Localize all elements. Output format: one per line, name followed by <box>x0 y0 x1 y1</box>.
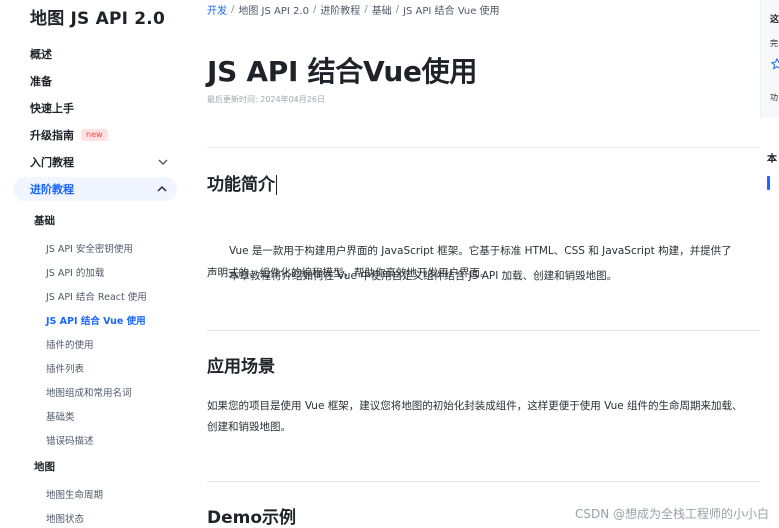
sidebar-subitem[interactable]: 错误码描述 <box>46 433 94 447</box>
breadcrumb-separator: / <box>395 4 400 15</box>
sidebar-item-label: 概述 <box>30 48 52 61</box>
breadcrumb-link[interactable]: 基础 <box>372 2 392 17</box>
sidebar-item-beginner-tutorial[interactable]: 入门教程 <box>30 151 178 173</box>
sidebar-item-label: 入门教程 <box>30 156 74 169</box>
section-title-scenarios: 应用场景 <box>207 357 275 377</box>
sidebar-item-overview[interactable]: 概述 <box>30 43 178 65</box>
divider <box>207 481 760 482</box>
sidebar-item-label: 快速上手 <box>30 102 74 115</box>
breadcrumb-link[interactable]: 地图 JS API 2.0 <box>238 2 309 17</box>
sidebar-subitem[interactable]: JS API 结合 React 使用 <box>46 289 147 303</box>
breadcrumb: 开发 / 地图 JS API 2.0 / 进阶教程 / 基础 / JS API … <box>207 2 500 17</box>
sidebar-item-label: 升级指南 <box>30 129 74 142</box>
main-content: 开发 / 地图 JS API 2.0 / 进阶教程 / 基础 / JS API … <box>190 0 760 528</box>
section-title-intro: 功能简介 <box>207 170 277 195</box>
section-title-text: 功能简介 <box>207 175 275 195</box>
text-cursor <box>276 175 277 195</box>
star-icon[interactable] <box>771 58 779 70</box>
sidebar-subitem-active[interactable]: JS API 结合 Vue 使用 <box>46 313 146 327</box>
sidebar-item-label: 准备 <box>30 75 52 88</box>
last-updated: 最后更新时间: 2024年04月26日 <box>207 95 325 104</box>
sidebar-item-advanced-tutorial[interactable]: 进阶教程 <box>13 177 177 201</box>
sidebar-group-basics[interactable]: 基础 <box>34 213 55 228</box>
section-title-demo: Demo示例 <box>207 508 297 528</box>
divider <box>207 330 760 331</box>
toc-title: 本 <box>767 154 777 165</box>
product-logo[interactable]: 地图 JS API 2.0 <box>30 4 165 29</box>
paragraph: 创建和销毁地图。 <box>207 421 291 433</box>
paragraph: Vue 是一款用于构建用户界面的 JavaScript 框架。它基于标准 HTM… <box>229 245 732 257</box>
sidebar-subitem[interactable]: 地图组成和常用名词 <box>46 385 132 399</box>
watermark: CSDN @想成为全栈工程师的小小白 <box>574 507 769 521</box>
chevron-down-icon <box>158 159 168 165</box>
sidebar-subitem[interactable]: 地图生命周期 <box>46 487 103 501</box>
new-badge: new <box>81 129 108 141</box>
right-rail: 这 完 功 本 <box>760 0 779 528</box>
sidebar-subitem[interactable]: 地图状态 <box>46 511 84 525</box>
breadcrumb-current: JS API 结合 Vue 使用 <box>403 6 500 17</box>
sidebar-group-map[interactable]: 地图 <box>34 459 55 474</box>
paragraph: 本章教程将介绍如何在 Vue 中使用自定义组件结合 JS API 加载、创建和销… <box>229 270 618 282</box>
rail-text: 功 <box>770 93 778 102</box>
toc-active-indicator <box>767 176 770 190</box>
breadcrumb-separator: / <box>364 4 368 15</box>
sidebar-item-upgrade-guide[interactable]: 升级指南 new <box>30 124 178 146</box>
divider <box>207 147 760 148</box>
sidebar-subitem[interactable]: JS API 安全密钥使用 <box>46 241 133 255</box>
paragraph: 如果您的项目是使用 Vue 框架，建议您将地图的初始化封装成组件，这样更便于使用… <box>207 400 743 412</box>
page-title: JS API 结合Vue使用 <box>207 55 478 88</box>
chevron-up-icon <box>157 186 167 192</box>
rail-text: 完 <box>770 39 778 48</box>
sidebar-item-quickstart[interactable]: 快速上手 <box>30 97 178 119</box>
rail-text: 这 <box>770 15 779 25</box>
sidebar-subitem[interactable]: 插件的使用 <box>46 337 94 351</box>
breadcrumb-separator: / <box>312 4 317 15</box>
sidebar-item-prepare[interactable]: 准备 <box>30 70 178 92</box>
breadcrumb-link[interactable]: 开发 <box>207 2 227 17</box>
breadcrumb-link[interactable]: 进阶教程 <box>320 2 360 17</box>
sidebar-subitem[interactable]: JS API 的加载 <box>46 265 104 279</box>
sidebar-subitem[interactable]: 插件列表 <box>46 361 84 375</box>
sidebar: 地图 JS API 2.0 概述 准备 快速上手 升级指南 new 入门教程 进… <box>0 0 190 528</box>
breadcrumb-separator: / <box>231 4 235 15</box>
sidebar-item-label: 进阶教程 <box>30 183 74 196</box>
sidebar-subitem[interactable]: 基础类 <box>46 409 75 423</box>
